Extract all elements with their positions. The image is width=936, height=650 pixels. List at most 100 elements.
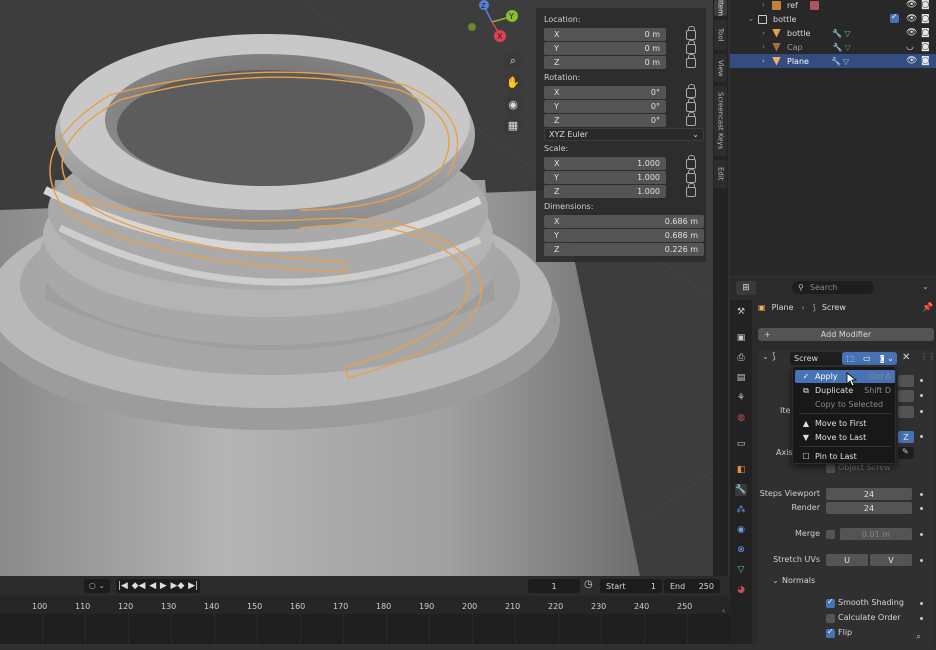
eye-hidden-icon[interactable]: ◡: [906, 42, 914, 52]
dropdown-arrow-icon[interactable]: ⌄: [884, 352, 897, 365]
dimensions-z-row[interactable]: Z 0.226 m: [544, 243, 704, 257]
location-x-row[interactable]: X 0 m: [544, 26, 702, 42]
lock-icon[interactable]: [686, 155, 696, 169]
render-tab-icon[interactable]: ▣: [735, 332, 747, 344]
steps-viewport-field[interactable]: 24: [826, 488, 912, 500]
viewport-display-icon[interactable]: ▭: [863, 354, 871, 363]
dimensions-y-row[interactable]: Y 0.686 m: [544, 229, 704, 243]
scene-tab-icon[interactable]: ⚘: [735, 392, 747, 404]
keyframe-dot[interactable]: [920, 410, 923, 413]
move-to-first-menu-item[interactable]: ▲ Move to First: [795, 417, 895, 430]
output-tab-icon[interactable]: ⎙: [735, 352, 747, 364]
scale-y-row[interactable]: Y 1.000: [544, 169, 702, 185]
tab-edit[interactable]: Edit: [714, 160, 727, 188]
camera-icon[interactable]: ◙: [921, 28, 930, 38]
chevron-left-icon[interactable]: ‹: [722, 606, 725, 615]
view-layer-tab-icon[interactable]: ▤: [735, 372, 747, 384]
expand-icon[interactable]: ›: [762, 1, 770, 9]
grid-view-icon[interactable]: ▦: [503, 115, 523, 135]
expand-icon[interactable]: ›: [762, 57, 770, 65]
iterations-field[interactable]: [898, 406, 914, 418]
comment-icon[interactable]: ⌕: [916, 632, 921, 642]
auto-keying-button[interactable]: ○ ⌄: [84, 579, 110, 593]
eye-icon[interactable]: 👁: [906, 28, 917, 38]
keyframe-dot[interactable]: [920, 617, 923, 620]
stretch-v-toggle[interactable]: V: [870, 554, 912, 566]
jump-end-icon[interactable]: ▶|: [188, 581, 198, 591]
collapse-icon[interactable]: ⌄: [762, 352, 769, 361]
add-modifier-button[interactable]: + Add Modifier: [758, 328, 934, 341]
physics-tab-icon[interactable]: ◉: [735, 524, 747, 536]
dimensions-x-row[interactable]: X 0.686 m: [544, 215, 704, 229]
pin-icon[interactable]: 📌: [922, 303, 933, 313]
duplicate-menu-item[interactable]: ⧉ Duplicate Shift D: [795, 384, 895, 397]
calculate-order-checkbox[interactable]: [826, 614, 835, 623]
expand-icon[interactable]: ›: [762, 43, 770, 51]
start-frame-field[interactable]: Start 1: [600, 579, 662, 593]
rotation-mode-select[interactable]: XYZ Euler ⌄: [544, 128, 704, 141]
outliner-row-cap[interactable]: › Cap 🔧 ▽ ◡ ◙: [730, 40, 936, 54]
camera-icon[interactable]: ◙: [921, 0, 930, 10]
clock-icon[interactable]: ◷: [584, 579, 593, 590]
prev-keyframe-icon[interactable]: ◆◀: [132, 581, 146, 591]
collapse-icon[interactable]: ⌄: [772, 576, 779, 585]
keyframe-dot[interactable]: [920, 493, 923, 496]
normals-subpanel-header[interactable]: Normals: [782, 576, 815, 585]
next-keyframe-icon[interactable]: ▶◆: [171, 581, 185, 591]
rotation-y-row[interactable]: Y 0°: [544, 98, 702, 114]
tab-item[interactable]: Item: [714, 0, 727, 16]
timeline[interactable]: ○ ⌄ |◀ ◆◀ ◀ ▶ ▶◆ ▶| 1 ◷ Start 1 End 250 10…: [0, 576, 730, 644]
data-tab-icon[interactable]: ▽: [735, 564, 747, 576]
screw-field[interactable]: [898, 390, 914, 402]
outliner-row-ref[interactable]: › ref 👁 ◙: [730, 0, 936, 12]
drag-handle-icon[interactable]: ⋮⋮: [920, 352, 936, 361]
keyframe-dot[interactable]: [920, 559, 923, 562]
location-y-row[interactable]: Y 0 m: [544, 40, 702, 56]
current-frame-field[interactable]: 1: [528, 579, 580, 593]
lock-icon[interactable]: [686, 26, 696, 40]
lock-icon[interactable]: [686, 84, 696, 98]
zoom-icon[interactable]: ⌕: [503, 51, 523, 71]
play-icon[interactable]: ▶: [160, 581, 167, 591]
3d-viewport[interactable]: Y X Z ⌕ ✋ ◉ ▦ Location: X 0 m Y 0 m Z 0 m R…: [0, 0, 714, 576]
constraints-tab-icon[interactable]: ⊗: [735, 544, 747, 556]
axis-z-button[interactable]: Z: [898, 431, 914, 443]
lock-icon[interactable]: [686, 183, 696, 197]
camera-icon[interactable]: ◙: [921, 14, 930, 24]
outliner-row-bottle-collection[interactable]: ⌄ bottle 👁 ◙: [730, 12, 936, 26]
move-to-last-menu-item[interactable]: ▼ Move to Last: [795, 431, 895, 444]
keyframe-dot[interactable]: [920, 602, 923, 605]
lock-icon[interactable]: [686, 169, 696, 183]
lock-icon[interactable]: [686, 112, 696, 126]
keyframe-dot[interactable]: [920, 533, 923, 536]
hand-pan-icon[interactable]: ✋: [503, 72, 523, 92]
tab-view[interactable]: View: [714, 54, 727, 82]
location-z-row[interactable]: Z 0 m: [544, 54, 702, 70]
stretch-u-toggle[interactable]: U: [826, 554, 868, 566]
scale-x-row[interactable]: X 1.000: [544, 155, 702, 171]
scale-z-row[interactable]: Z 1.000: [544, 183, 702, 199]
render-steps-field[interactable]: 24: [826, 502, 912, 514]
tab-screencast-keys[interactable]: Screencast Keys: [714, 86, 727, 156]
editor-type-icon[interactable]: ⊞: [736, 281, 756, 295]
angle-field[interactable]: [898, 375, 914, 387]
rotation-x-row[interactable]: X 0°: [544, 84, 702, 100]
keyframe-dot[interactable]: [920, 379, 923, 382]
copy-to-selected-menu-item[interactable]: Copy to Selected: [795, 398, 895, 411]
pin-to-last-menu-item[interactable]: ☐ Pin to Last: [795, 450, 895, 463]
timeline-track-area[interactable]: [0, 614, 730, 644]
lock-icon[interactable]: [686, 54, 696, 68]
exclude-checkbox[interactable]: [890, 12, 899, 23]
camera-view-icon[interactable]: ◉: [503, 94, 523, 114]
end-frame-field[interactable]: End 250: [664, 579, 720, 593]
modifier-name-input[interactable]: Screw: [790, 352, 842, 365]
lock-icon[interactable]: [686, 98, 696, 112]
outliner-row-plane[interactable]: › Plane 🔧 ▽ 👁 ◙: [730, 54, 936, 68]
world-tab-icon[interactable]: ◍: [735, 412, 747, 424]
outliner-row-bottle[interactable]: › bottle 🔧 ▽ 👁 ◙: [730, 26, 936, 40]
search-input[interactable]: ⚲ Search: [792, 281, 874, 294]
edit-mode-icon[interactable]: ⬚: [847, 354, 855, 363]
apply-menu-item[interactable]: ✓ Apply Ctrl A: [795, 370, 895, 383]
modifier-tab-icon[interactable]: 🔧: [735, 484, 747, 496]
close-icon[interactable]: ✕: [902, 352, 910, 363]
